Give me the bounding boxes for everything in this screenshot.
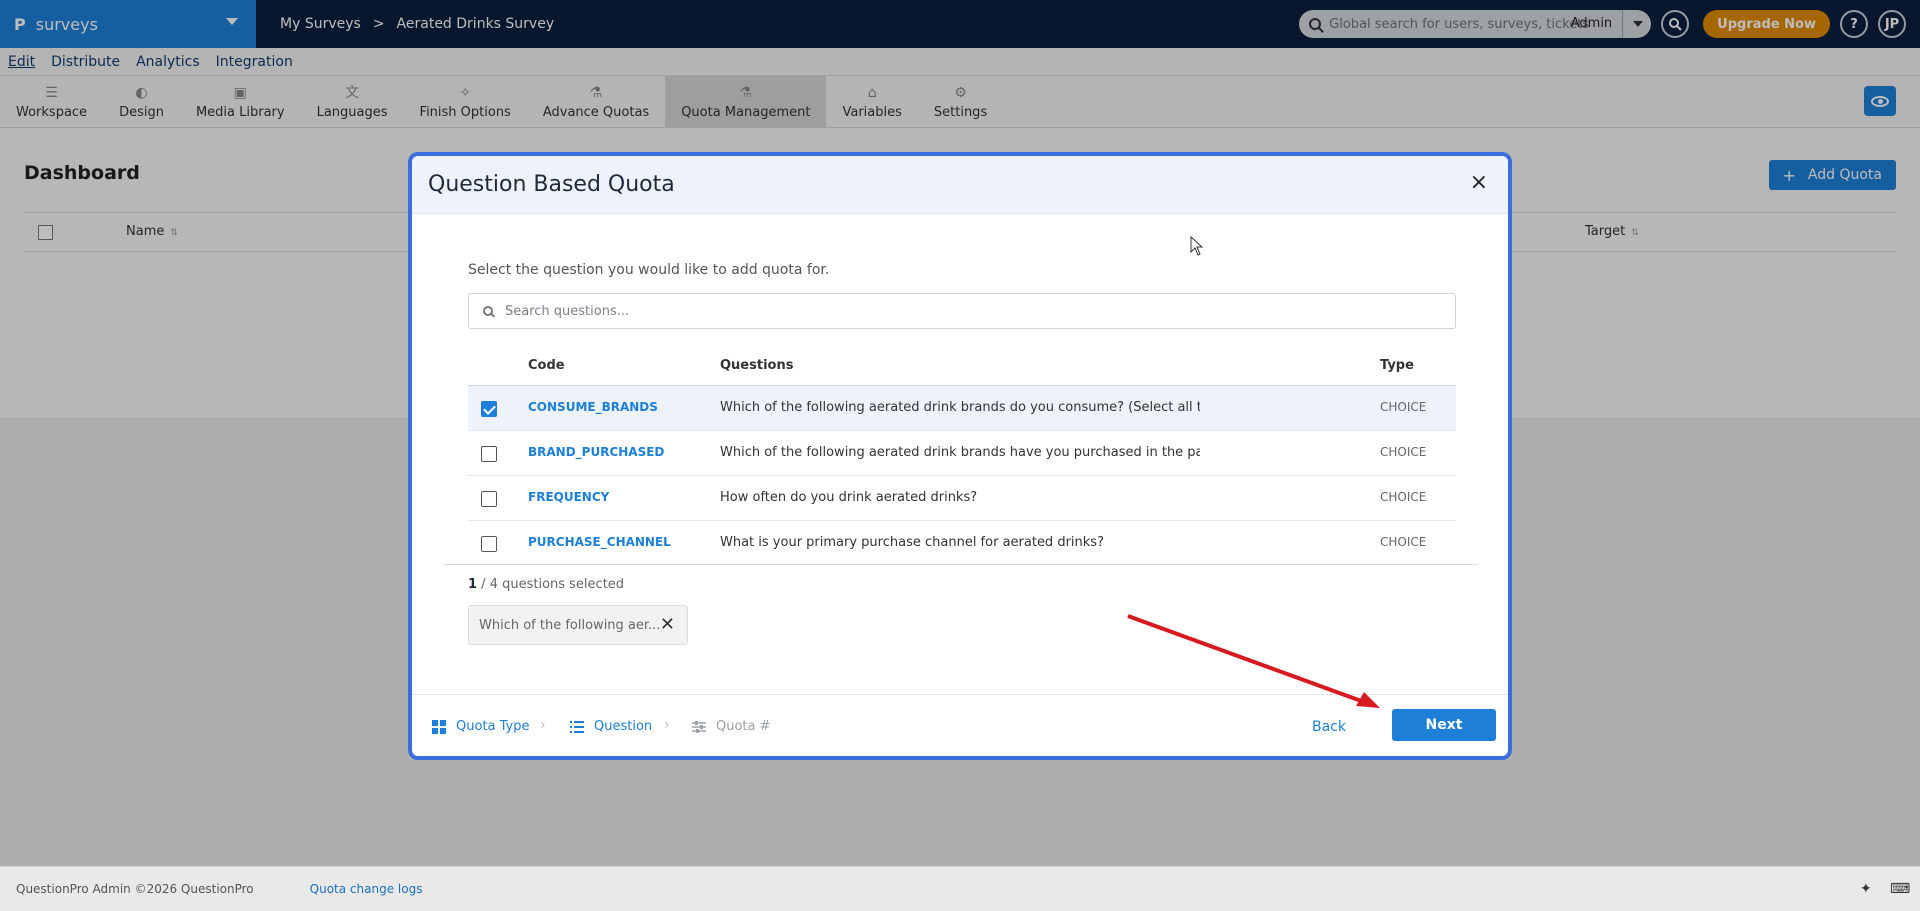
table-row[interactable]: CONSUME_BRANDS Which of the following ae… <box>468 386 1456 431</box>
step-quota-type[interactable]: Quota Type <box>432 719 529 734</box>
remove-chip-icon[interactable]: ✕ <box>660 614 675 635</box>
question-type: CHOICE <box>1380 535 1427 549</box>
question-code: BRAND_PURCHASED <box>528 445 665 459</box>
assistant-icon[interactable]: ⌨ <box>1890 881 1910 897</box>
dialog-header: Question Based Quota × <box>412 156 1508 214</box>
sliders-icon <box>692 720 706 733</box>
selection-count: 1 / 4 questions selected <box>468 577 624 592</box>
question-text: How often do you drink aerated drinks? <box>720 490 978 505</box>
selected-question-chip: Which of the following aer... ✕ <box>468 605 688 645</box>
close-icon[interactable]: × <box>1470 170 1488 195</box>
question-text: What is your primary purchase channel fo… <box>720 535 1104 550</box>
row-checkbox[interactable] <box>481 446 497 462</box>
question-code: CONSUME_BRANDS <box>528 400 658 414</box>
step-label: Question <box>594 719 653 734</box>
step-label: Quota # <box>716 719 771 734</box>
dialog-footer: Quota Type › Question › Quota # Back Nex… <box>412 694 1508 756</box>
questions-table-header: Code Questions Type <box>468 344 1456 386</box>
question-code: FREQUENCY <box>528 490 610 504</box>
row-checkbox[interactable] <box>481 491 497 507</box>
footer-icons: ✦ ⌨ <box>1846 881 1910 897</box>
question-text: Which of the following aerated drink bra… <box>720 400 1200 415</box>
dialog-title: Question Based Quota <box>428 172 675 197</box>
next-button[interactable]: Next <box>1392 709 1496 741</box>
mouse-cursor-icon <box>1190 236 1204 256</box>
table-row[interactable]: BRAND_PURCHASED Which of the following a… <box>468 431 1456 476</box>
step-label: Quota Type <box>456 719 530 734</box>
question-type: CHOICE <box>1380 445 1427 459</box>
grid-icon <box>432 719 446 734</box>
column-header-questions: Questions <box>720 358 794 373</box>
question-search-input[interactable]: Search questions... <box>468 293 1456 329</box>
selected-count-suffix: / 4 questions selected <box>477 577 625 592</box>
table-row[interactable]: PURCHASE_CHANNEL What is your primary pu… <box>468 521 1456 566</box>
sparkle-icon[interactable]: ✦ <box>1860 881 1876 897</box>
list-icon <box>570 720 584 733</box>
search-icon <box>483 306 493 316</box>
step-quota-number[interactable]: Quota # <box>692 719 771 734</box>
table-divider <box>444 564 1478 565</box>
question-type: CHOICE <box>1380 490 1427 504</box>
table-row[interactable]: FREQUENCY How often do you drink aerated… <box>468 476 1456 521</box>
copyright-text: QuestionPro Admin ©2026 QuestionPro <box>16 882 254 896</box>
instruction-text: Select the question you would like to ad… <box>468 262 830 278</box>
page-footer: QuestionPro Admin ©2026 QuestionPro Quot… <box>0 866 1920 911</box>
question-text: Which of the following aerated drink bra… <box>720 445 1200 460</box>
back-button[interactable]: Back <box>1312 719 1346 735</box>
step-question[interactable]: Question <box>570 719 652 734</box>
row-checkbox[interactable] <box>481 536 497 552</box>
question-code: PURCHASE_CHANNEL <box>528 535 671 549</box>
quota-change-logs-link[interactable]: Quota change logs <box>310 882 423 896</box>
chevron-right-icon: › <box>540 717 546 733</box>
questions-table: Code Questions Type CONSUME_BRANDS Which… <box>468 344 1456 566</box>
column-header-code: Code <box>528 358 565 373</box>
question-search-placeholder: Search questions... <box>505 303 630 319</box>
chip-label: Which of the following aer... <box>479 617 661 633</box>
chevron-right-icon: › <box>664 717 670 733</box>
question-type: CHOICE <box>1380 400 1427 414</box>
column-header-type: Type <box>1380 358 1414 373</box>
question-based-quota-dialog: Question Based Quota × Select the questi… <box>408 152 1512 760</box>
row-checkbox[interactable] <box>481 401 497 417</box>
selected-count: 1 <box>468 577 478 592</box>
